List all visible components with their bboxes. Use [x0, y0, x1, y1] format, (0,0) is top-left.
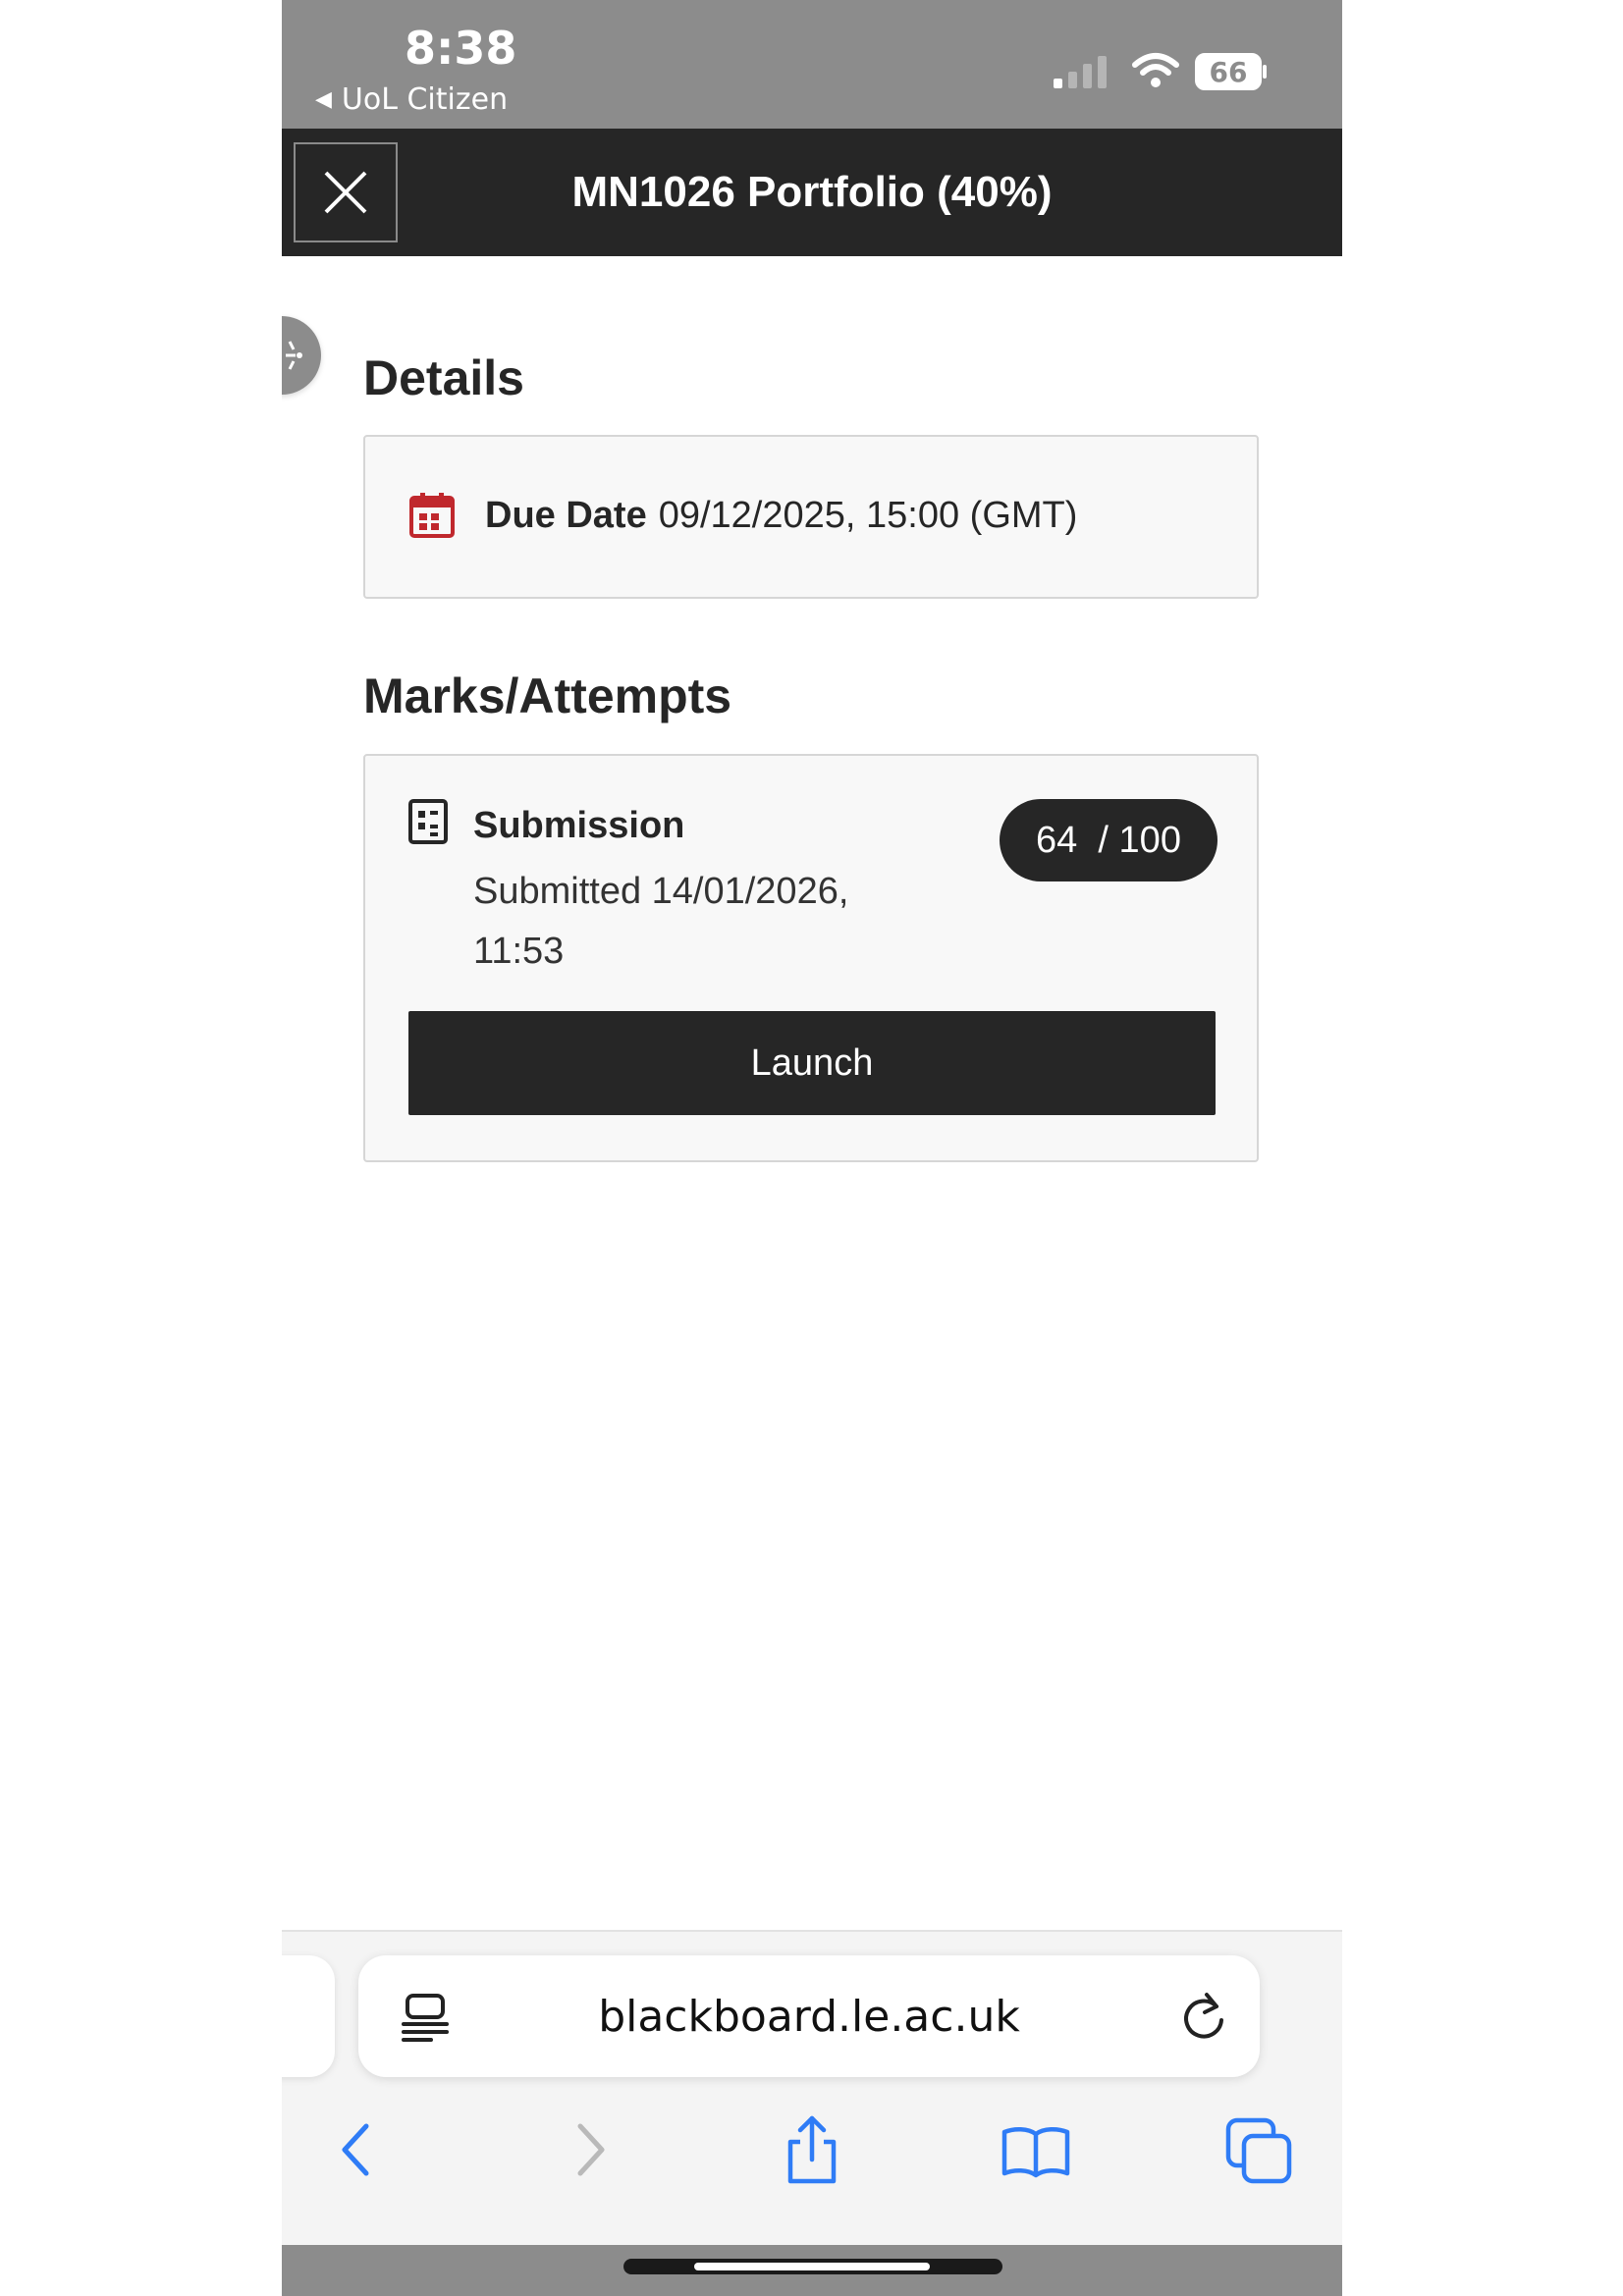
- status-bar: 8:38 ◀ UoL Citizen 66: [282, 0, 1342, 129]
- tabs-button[interactable]: [1224, 2114, 1295, 2185]
- submission-card: Submission Submitted 14/01/2026, 11:53 6…: [363, 754, 1259, 1162]
- close-icon: [324, 171, 367, 214]
- cellular-signal-icon: [1054, 56, 1107, 88]
- share-button[interactable]: [777, 2114, 847, 2185]
- close-button[interactable]: [294, 142, 398, 242]
- due-date-card: Due Date 09/12/2025, 15:00 (GMT): [363, 435, 1259, 599]
- status-time: 8:38: [405, 22, 517, 75]
- page: 8:38 ◀ UoL Citizen 66 MN1026 Portfolio (…: [0, 0, 1623, 2296]
- battery-icon: 66: [1195, 53, 1268, 90]
- back-app-label: UoL Citizen: [341, 82, 509, 117]
- address-bar[interactable]: blackboard.le.ac.uk: [358, 1955, 1260, 2077]
- wifi-icon: [1132, 53, 1179, 87]
- back-to-app-link[interactable]: ◀ UoL Citizen: [315, 82, 508, 117]
- chevron-left-icon: [342, 2123, 369, 2176]
- launch-button[interactable]: Launch: [408, 1011, 1216, 1115]
- side-panel-toggle[interactable]: [282, 316, 321, 395]
- battery-level: 66: [1209, 55, 1248, 88]
- browser-forward-button[interactable]: [553, 2114, 623, 2185]
- submission-title: Submission: [473, 805, 685, 846]
- due-date-row: Due Date 09/12/2025, 15:00 (GMT): [408, 492, 1077, 539]
- book-icon: [1001, 2127, 1070, 2178]
- marks-attempts-heading: Marks/Attempts: [363, 668, 732, 723]
- home-indicator[interactable]: [623, 2259, 1002, 2274]
- page-title: MN1026 Portfolio (40%): [571, 168, 1053, 216]
- calendar-icon: [409, 493, 455, 538]
- reload-icon[interactable]: [1179, 1991, 1228, 2044]
- back-triangle-icon: ◀: [315, 87, 332, 112]
- browser-toolbar: blackboard.le.ac.uk: [282, 1930, 1342, 2247]
- document-icon: [408, 799, 448, 844]
- browser-back-button[interactable]: [323, 2114, 394, 2185]
- details-heading: Details: [363, 350, 524, 405]
- reader-mode-icon[interactable]: [402, 1993, 449, 2042]
- chevron-right-icon: [577, 2123, 605, 2176]
- phone-screen: 8:38 ◀ UoL Citizen 66 MN1026 Portfolio (…: [282, 0, 1342, 2296]
- previous-tab-preview[interactable]: [282, 1955, 335, 2077]
- tabs-icon: [1225, 2117, 1292, 2184]
- due-date-label: Due Date: [485, 494, 647, 536]
- grade-badge: 64 / 100: [1000, 799, 1217, 881]
- bookmarks-button[interactable]: [1001, 2114, 1071, 2185]
- app-header: MN1026 Portfolio (40%): [282, 129, 1342, 256]
- home-indicator-highlight: [694, 2263, 930, 2270]
- home-strip: [282, 2245, 1342, 2296]
- due-date-value: 09/12/2025, 15:00 (GMT): [658, 494, 1078, 536]
- url-text: blackboard.le.ac.uk: [598, 1991, 1020, 2042]
- share-icon: [787, 2115, 837, 2184]
- submitted-timestamp: Submitted 14/01/2026, 11:53: [473, 871, 849, 972]
- sparkle-icon: [286, 341, 302, 370]
